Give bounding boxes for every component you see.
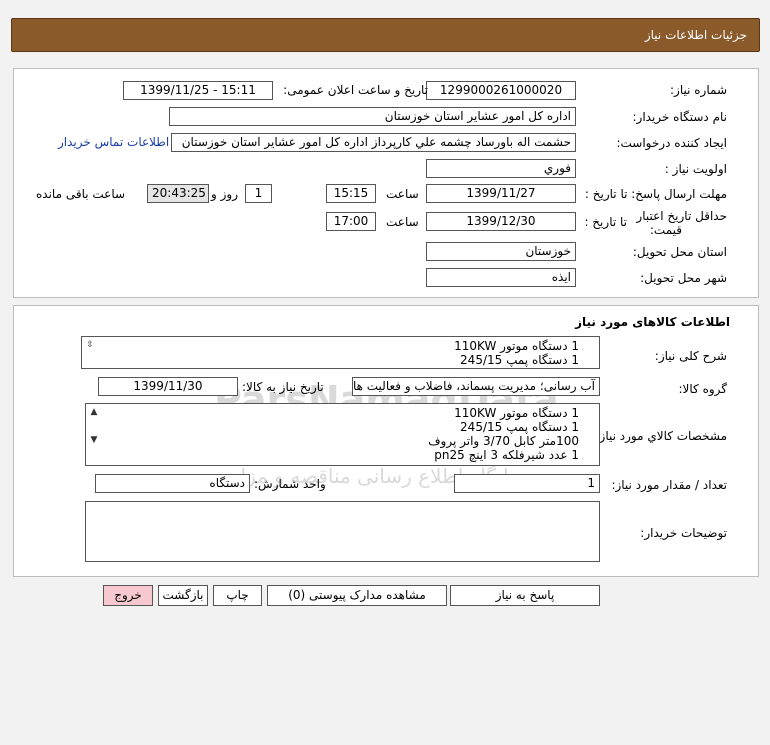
back-button[interactable]: بازگشت [158, 585, 208, 606]
announce-datetime-label: تاریخ و ساعت اعلان عمومی: [283, 83, 428, 97]
print-button[interactable]: چاپ [213, 585, 262, 606]
buyer-contact-link[interactable]: اطلاعات تماس خریدار [58, 135, 169, 149]
validity-time-field: 17:00 [326, 212, 376, 231]
city-label: شهر محل تحویل: [640, 271, 727, 285]
validity-time-label: ساعت [386, 215, 419, 229]
specs-scrollbar[interactable]: ▲ ▼ [87, 405, 101, 464]
buyer-org-label: نام دستگاه خریدار: [632, 110, 728, 124]
validity-label-line2: قیمت: [649, 223, 682, 237]
summary-label: شرح کلی نیاز: [654, 349, 727, 363]
validity-date-field: 1399/12/30 [426, 212, 576, 231]
deadline-date-field: 1399/11/27 [426, 184, 576, 203]
deadline-time-label: ساعت [386, 187, 419, 201]
summary-textarea[interactable]: ⇳ 1 دستگاه موتور 110KW 1 دستگاه پمپ 245/… [81, 336, 600, 369]
need-date-field: 1399/11/30 [98, 377, 238, 396]
quantity-label: تعداد / مقدار مورد نیاز: [611, 478, 727, 492]
need-info-panel: شماره نیاز: 1299000261000020 تاریخ و ساع… [13, 68, 759, 298]
summary-line: 1 دستگاه موتور 110KW [454, 339, 579, 353]
goods-group-field: آب رسانی؛ مدیریت پسماند، فاضلاب و فعالیت… [352, 377, 600, 396]
unit-label: واحد شمارش: [254, 477, 326, 491]
specs-label: مشخصات کالاي مورد نیاز: [595, 429, 727, 443]
page-header: جزئیات اطلاعات نیاز [11, 18, 760, 52]
days-label: روز و [211, 187, 238, 201]
buyer-notes-label: توضیحات خریدار: [640, 526, 727, 540]
announce-datetime-field: 1399/11/25 - 15:11 [123, 81, 273, 100]
page-title: جزئیات اطلاعات نیاز [644, 28, 747, 42]
buyer-org-field: اداره کل امور عشایر استان خوزستان [169, 107, 576, 126]
validity-label-line1: حداقل تاریخ اعتبار [636, 209, 727, 223]
specs-line: 1 عدد شیرفلکه 3 اینچ pn25 [434, 448, 579, 462]
days-count-field: 1 [245, 184, 272, 203]
unit-field: دستگاه [95, 474, 250, 493]
summary-scroll-handle[interactable]: ⇳ [83, 338, 97, 367]
summary-line: 1 دستگاه پمپ 245/15 [460, 353, 579, 367]
deadline-label: مهلت ارسال پاسخ: تا تاریخ : [584, 187, 727, 201]
exit-button[interactable]: خروج [103, 585, 153, 606]
goods-section-title: اطلاعات کالاهای مورد نیاز [575, 315, 730, 329]
priority-field: فوري [426, 159, 576, 178]
buyer-notes-textarea[interactable] [85, 501, 600, 562]
deadline-time-field: 15:15 [326, 184, 376, 203]
quantity-field: 1 [454, 474, 600, 493]
remaining-label: ساعت باقی مانده [36, 187, 126, 201]
requester-field: حشمت اله باورساد چشمه علي کارپرداز اداره… [171, 133, 576, 152]
city-field: ایذه [426, 268, 576, 287]
view-attachments-button[interactable]: مشاهده مدارک پیوستی (0) [267, 585, 447, 606]
goods-info-panel: ParsNamadData پارس نماد داده ها پایگاه ا… [13, 305, 759, 577]
requester-label: ایجاد کننده درخواست: [616, 136, 727, 150]
remaining-time-field: 20:43:25 [147, 184, 209, 203]
province-label: استان محل تحویل: [632, 245, 727, 259]
need-date-label: تاریخ نیاز به کالا: [242, 380, 324, 394]
respond-button[interactable]: پاسخ به نیاز [450, 585, 600, 606]
validity-to-label: تا تاریخ : [584, 215, 627, 229]
goods-group-label: گروه کالا: [678, 382, 728, 396]
specs-textarea[interactable]: ▲ ▼ 1 دستگاه موتور 110KW 1 دستگاه پمپ 245… [85, 403, 600, 466]
specs-line: 100متر کابل 3/70 واتر پروف [428, 434, 579, 448]
priority-label: اولویت نیاز : [664, 162, 727, 176]
province-field: خوزستان [426, 242, 576, 261]
specs-line: 1 دستگاه موتور 110KW [454, 406, 579, 420]
need-number-field: 1299000261000020 [426, 81, 576, 100]
need-number-label: شماره نیاز: [670, 83, 727, 97]
specs-line: 1 دستگاه پمپ 245/15 [460, 420, 579, 434]
